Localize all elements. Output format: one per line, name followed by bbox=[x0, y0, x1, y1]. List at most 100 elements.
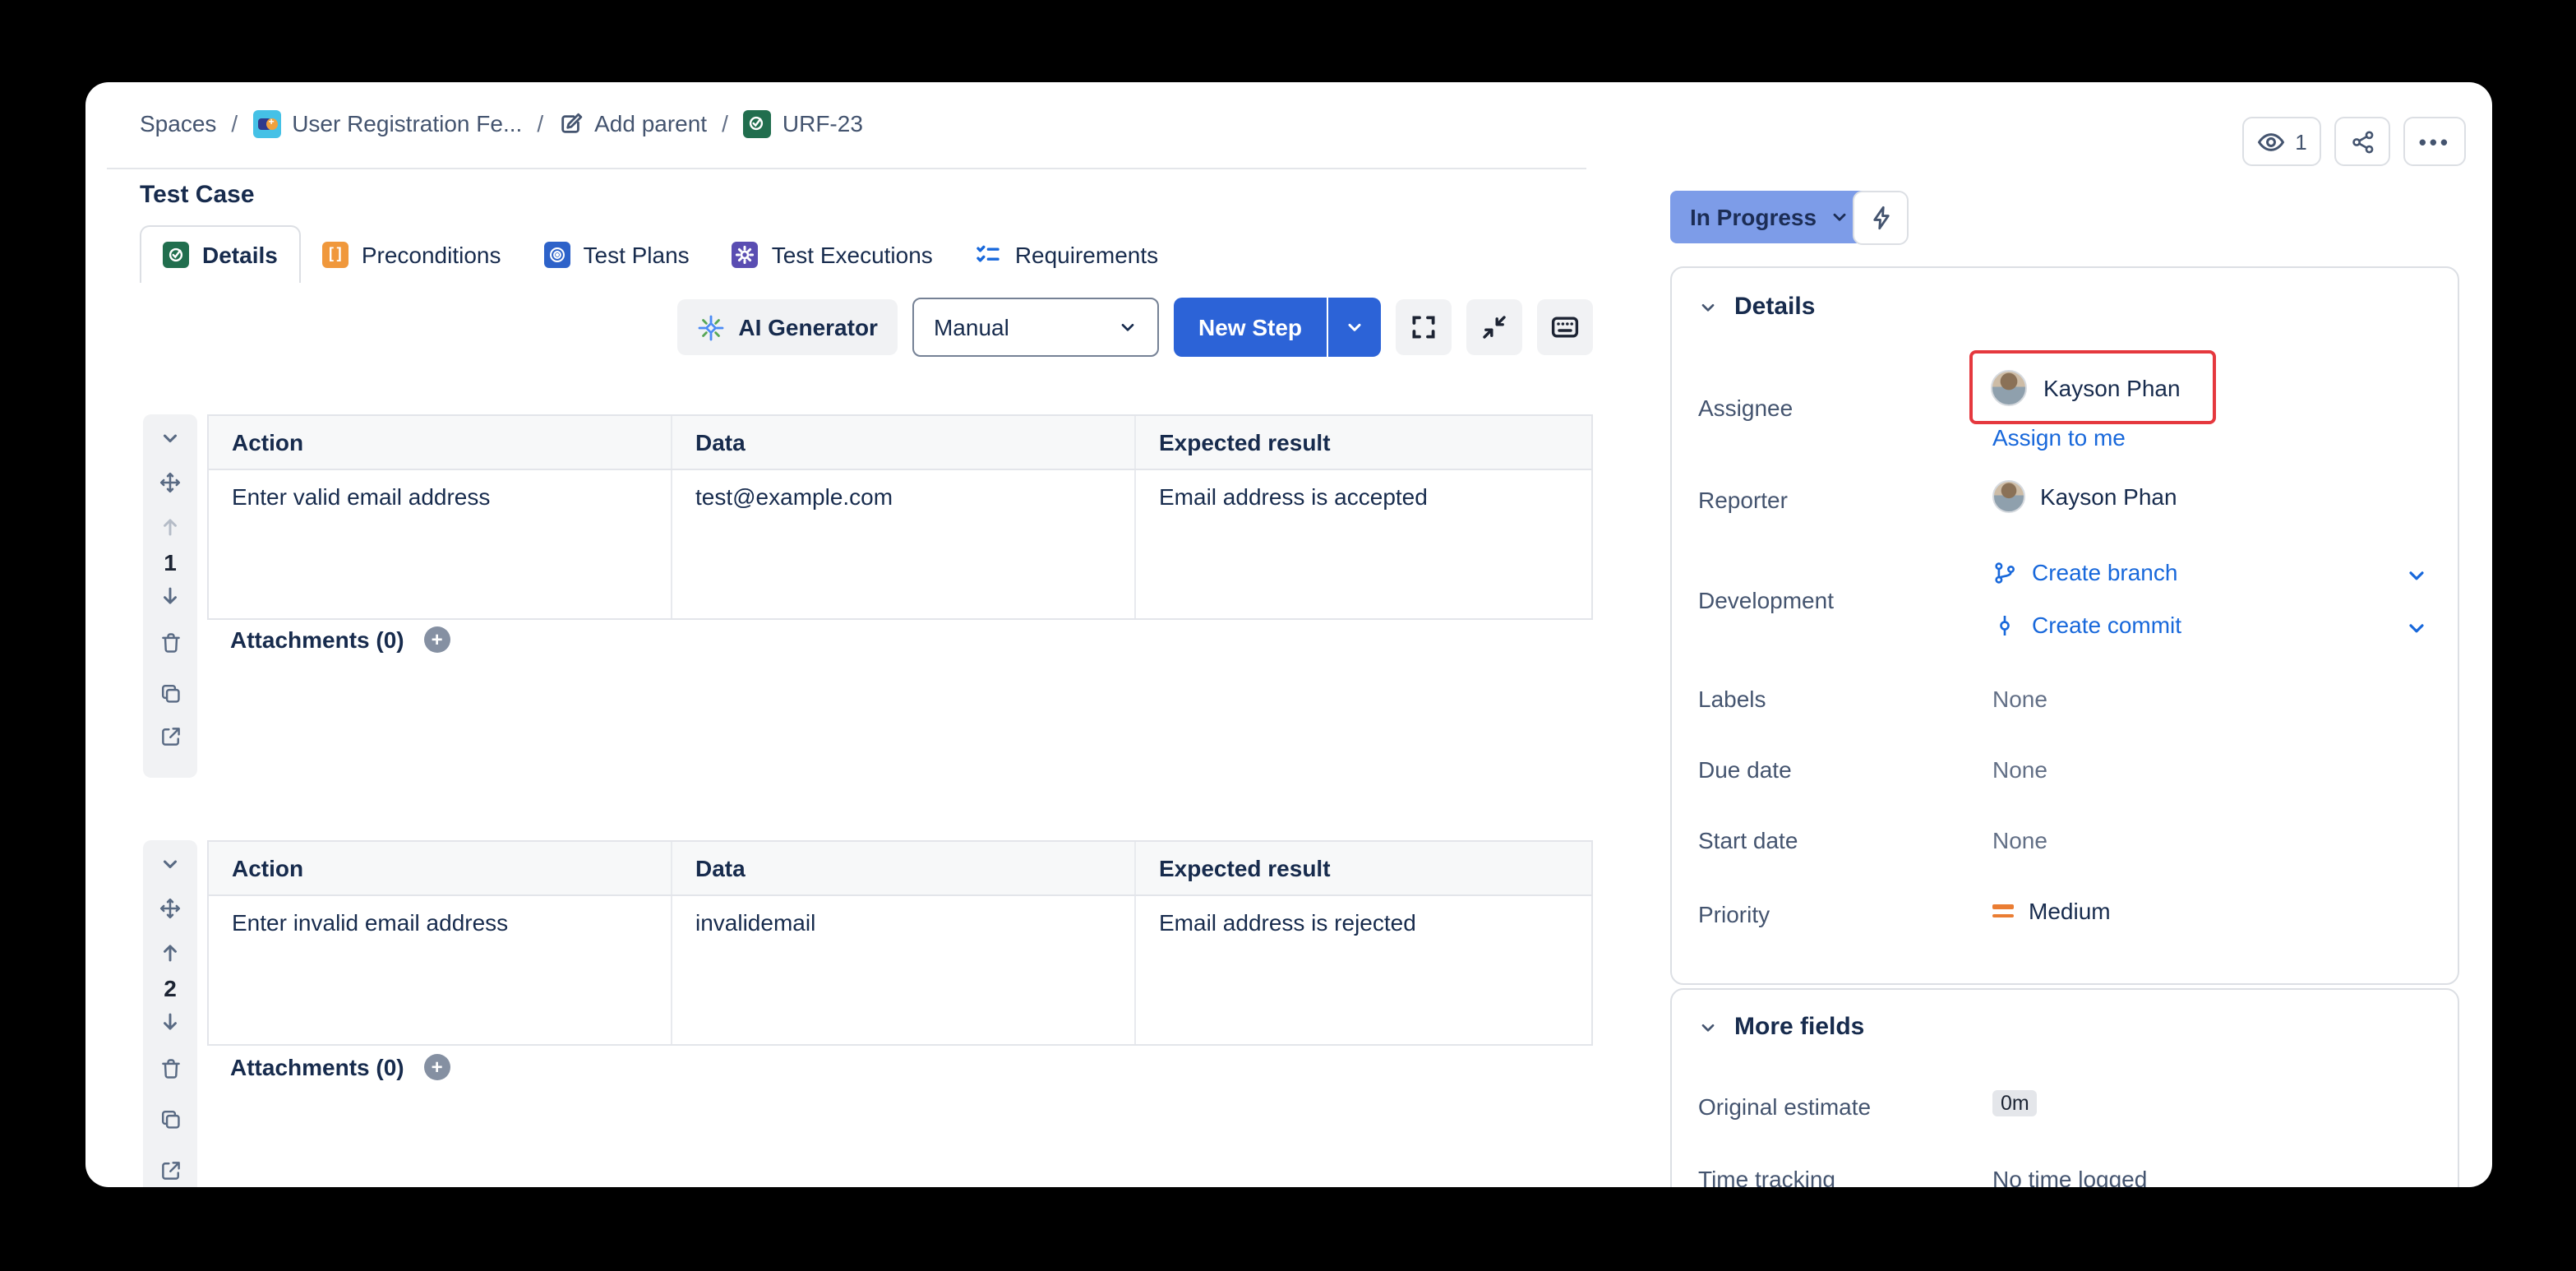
fullscreen-button[interactable] bbox=[1396, 299, 1452, 355]
requirements-tab-icon bbox=[976, 241, 1002, 267]
fullscreen-icon bbox=[1410, 314, 1437, 340]
create-branch-link[interactable]: Create branch bbox=[2032, 559, 2177, 585]
step-2-drag-handle[interactable] bbox=[143, 896, 197, 921]
create-branch-chevron[interactable] bbox=[2405, 564, 2428, 587]
step-1-attachments: Attachments (0) + bbox=[230, 626, 450, 653]
step-1-move-up-button[interactable] bbox=[143, 516, 197, 538]
tab-details-label: Details bbox=[202, 242, 278, 268]
labels-value[interactable]: None bbox=[1992, 686, 2047, 712]
tab-preconditions-label: Preconditions bbox=[362, 241, 501, 267]
keyboard-icon bbox=[1550, 312, 1580, 342]
step-1-rail: 1 bbox=[143, 414, 197, 778]
step-1-add-attachment-button[interactable]: + bbox=[424, 626, 450, 653]
assign-to-me-link[interactable]: Assign to me bbox=[1992, 424, 2126, 451]
column-header-action: Action bbox=[209, 416, 672, 469]
more-fields-panel-header[interactable]: More fields bbox=[1698, 1013, 1864, 1041]
tab-test-plans-label: Test Plans bbox=[584, 241, 690, 267]
sparkle-icon bbox=[697, 313, 725, 341]
breadcrumb-issue-key[interactable]: URF-23 bbox=[743, 109, 863, 137]
watch-button[interactable]: 1 bbox=[2242, 117, 2321, 166]
share-button[interactable] bbox=[2335, 117, 2391, 166]
step-2-clone-button[interactable] bbox=[143, 1108, 197, 1131]
create-commit-chevron[interactable] bbox=[2405, 617, 2428, 640]
step-2-table: Action Data Expected result Enter invali… bbox=[207, 840, 1593, 1046]
breadcrumb: Spaces / + User Registration Fe... / Add… bbox=[140, 105, 863, 141]
assignee-value[interactable]: Kayson Phan bbox=[2043, 374, 2181, 400]
step-type-select[interactable]: Manual bbox=[912, 298, 1159, 357]
commit-icon bbox=[1992, 612, 2017, 637]
step-1-action-cell[interactable]: Enter valid email address bbox=[209, 470, 672, 618]
step-1-collapse-icon[interactable] bbox=[143, 428, 197, 449]
new-step-button[interactable]: New Step bbox=[1174, 298, 1327, 357]
status-dropdown-button[interactable]: In Progress bbox=[1670, 191, 1869, 243]
breadcrumb-parent-item[interactable]: + User Registration Fe... bbox=[252, 109, 522, 137]
chevron-down-icon bbox=[1830, 207, 1849, 227]
tab-test-executions-label: Test Executions bbox=[772, 241, 933, 267]
step-1-data-cell[interactable]: test@example.com bbox=[672, 470, 1136, 618]
tab-bar: Details [ ] Preconditions Test Plans bbox=[140, 225, 1180, 283]
development-label: Development bbox=[1698, 587, 1978, 613]
collapse-icon bbox=[1481, 314, 1507, 340]
step-2-move-up-button[interactable] bbox=[143, 942, 197, 964]
step-1-clone-button[interactable] bbox=[143, 682, 197, 705]
tab-test-executions[interactable]: Test Executions bbox=[711, 225, 954, 283]
issue-key-label: URF-23 bbox=[782, 110, 863, 136]
start-date-value[interactable]: None bbox=[1992, 827, 2047, 853]
step-1-expected-cell[interactable]: Email address is accepted bbox=[1136, 470, 1591, 618]
column-header-data: Data bbox=[672, 416, 1136, 469]
reporter-value-row[interactable]: Kayson Phan bbox=[1992, 480, 2177, 513]
breadcrumb-parent-label: User Registration Fe... bbox=[292, 110, 522, 136]
breadcrumb-add-parent[interactable]: Add parent bbox=[558, 110, 707, 136]
step-2-open-button[interactable] bbox=[143, 1159, 197, 1182]
step-1-number: 1 bbox=[143, 549, 197, 575]
tab-requirements[interactable]: Requirements bbox=[954, 225, 1180, 283]
details-panel-header[interactable]: Details bbox=[1698, 293, 1815, 321]
step-type-value: Manual bbox=[934, 314, 1009, 340]
breadcrumb-separator: / bbox=[231, 110, 238, 136]
breadcrumb-separator: / bbox=[537, 110, 543, 136]
time-tracking-value[interactable]: No time logged bbox=[1992, 1166, 2147, 1187]
step-2-add-attachment-button[interactable]: + bbox=[424, 1054, 450, 1080]
step-2-attachments: Attachments (0) + bbox=[230, 1054, 450, 1080]
step-2-data-cell[interactable]: invalidemail bbox=[672, 896, 1136, 1044]
keyboard-shortcuts-button[interactable] bbox=[1537, 299, 1593, 355]
step-2-table-header: Action Data Expected result bbox=[209, 842, 1591, 896]
step-2-collapse-icon[interactable] bbox=[143, 853, 197, 875]
assignee-highlight-box: Kayson Phan bbox=[1969, 350, 2216, 424]
share-icon bbox=[2351, 129, 2375, 154]
more-actions-button[interactable]: ••• bbox=[2404, 117, 2466, 166]
step-1-table: Action Data Expected result Enter valid … bbox=[207, 414, 1593, 620]
step-1-move-down-button[interactable] bbox=[143, 585, 197, 607]
tab-preconditions[interactable]: [ ] Preconditions bbox=[301, 225, 523, 283]
chevron-down-icon bbox=[1118, 317, 1138, 337]
add-parent-label: Add parent bbox=[594, 110, 707, 136]
column-header-action: Action bbox=[209, 842, 672, 894]
due-date-value[interactable]: None bbox=[1992, 756, 2047, 783]
step-2-action-cell[interactable]: Enter invalid email address bbox=[209, 896, 672, 1044]
step-1-row: Enter valid email address test@example.c… bbox=[209, 470, 1591, 618]
step-1-delete-button[interactable] bbox=[143, 631, 197, 654]
step-2-move-down-button[interactable] bbox=[143, 1011, 197, 1033]
column-header-expected: Expected result bbox=[1136, 416, 1591, 469]
new-step-dropdown-button[interactable] bbox=[1328, 298, 1381, 357]
new-step-split-button: New Step bbox=[1174, 298, 1381, 357]
step-1-open-button[interactable] bbox=[143, 725, 197, 748]
original-estimate-row[interactable]: 0m bbox=[1992, 1090, 2038, 1116]
collapse-button[interactable] bbox=[1466, 299, 1522, 355]
time-tracking-label: Time tracking bbox=[1698, 1166, 1978, 1187]
tab-details[interactable]: Details bbox=[140, 225, 301, 283]
assignee-avatar[interactable] bbox=[1991, 369, 2027, 405]
status-label: In Progress bbox=[1690, 204, 1817, 230]
breadcrumb-spaces[interactable]: Spaces bbox=[140, 110, 216, 136]
assign-to-me-row: Assign to me bbox=[1992, 424, 2126, 451]
labels-label: Labels bbox=[1698, 686, 1978, 712]
step-1-drag-handle[interactable] bbox=[143, 470, 197, 495]
automation-button[interactable] bbox=[1853, 191, 1909, 245]
ai-generator-button[interactable]: AI Generator bbox=[677, 299, 898, 355]
step-2-expected-cell[interactable]: Email address is rejected bbox=[1136, 896, 1591, 1044]
step-2-delete-button[interactable] bbox=[143, 1057, 197, 1080]
tab-test-plans[interactable]: Test Plans bbox=[523, 225, 711, 283]
priority-value-row[interactable]: Medium bbox=[1992, 898, 2111, 924]
branch-icon bbox=[1992, 560, 2017, 585]
create-commit-link[interactable]: Create commit bbox=[2032, 612, 2181, 638]
